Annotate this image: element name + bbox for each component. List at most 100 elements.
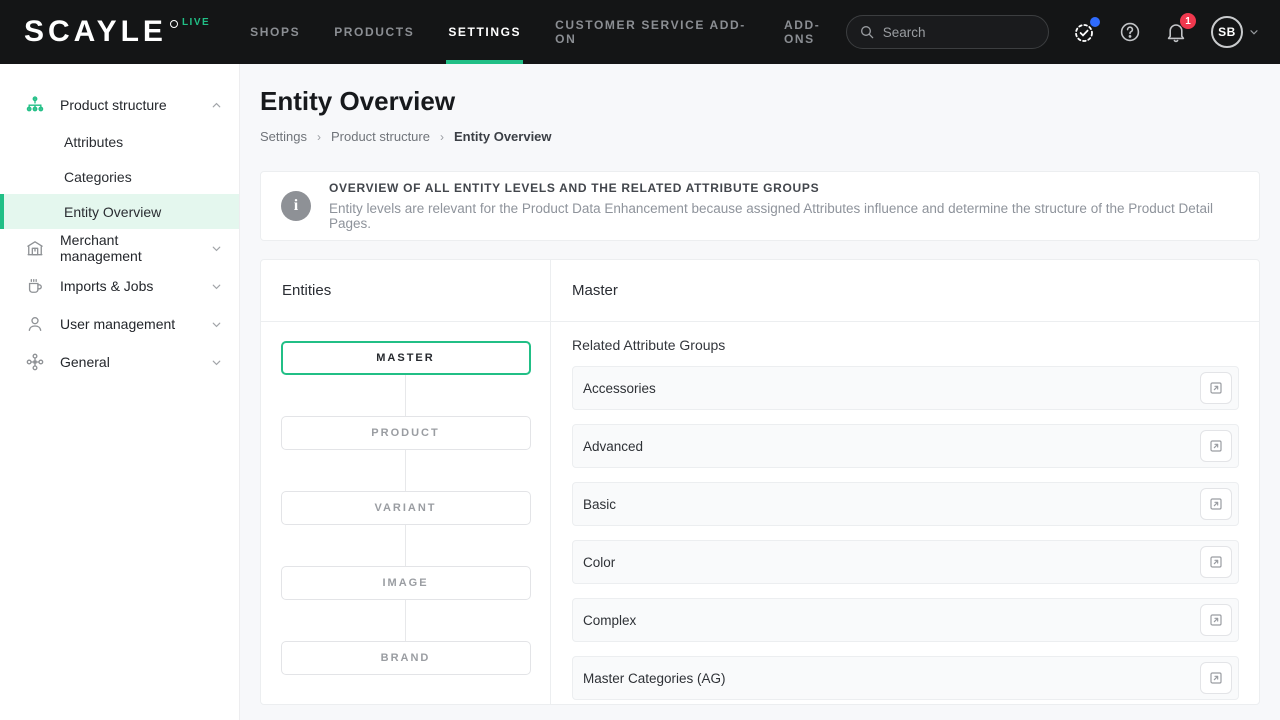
sidebar-item-entity-overview[interactable]: Entity Overview <box>0 194 239 229</box>
attribute-group-row: Color <box>572 540 1239 584</box>
breadcrumb-separator: › <box>440 130 444 144</box>
top-bar: SCAYLE LIVE SHOPS PRODUCTS SETTINGS CUST… <box>0 0 1280 64</box>
status-check-button[interactable] <box>1071 19 1097 45</box>
sidebar-item-merchant-management[interactable]: Merchant management <box>0 229 239 267</box>
breadcrumb-separator: › <box>317 130 321 144</box>
account-menu[interactable]: SB <box>1211 16 1260 48</box>
open-attribute-group-button[interactable] <box>1200 430 1232 462</box>
info-banner: i OVERVIEW OF ALL ENTITY LEVELS AND THE … <box>260 171 1260 241</box>
sidebar-item-product-structure[interactable]: Product structure <box>0 86 239 124</box>
notifications-badge: 1 <box>1180 13 1196 29</box>
sidebar: Product structure Attributes Categories … <box>0 64 240 720</box>
chevron-down-icon <box>1248 26 1260 38</box>
logo-environment: LIVE <box>170 17 210 28</box>
scayle-logo[interactable]: SCAYLE LIVE <box>24 15 210 49</box>
sidebar-item-label: Categories <box>64 169 132 185</box>
attribute-group-name: Accessories <box>583 381 1200 396</box>
entity-button-variant[interactable]: VARIANT <box>281 491 531 525</box>
main-content: Entity Overview Settings › Product struc… <box>240 64 1280 720</box>
open-attribute-group-button[interactable] <box>1200 546 1232 578</box>
detail-column-title: Master <box>551 260 1259 322</box>
sidebar-item-label: Product structure <box>60 97 196 113</box>
entity-button-image[interactable]: IMAGE <box>281 566 531 600</box>
top-navigation: SHOPS PRODUCTS SETTINGS CUSTOMER SERVICE… <box>250 0 846 64</box>
avatar: SB <box>1211 16 1243 48</box>
sidebar-item-imports-jobs[interactable]: Imports & Jobs <box>0 267 239 305</box>
external-link-icon <box>1208 438 1224 454</box>
entities-column: Entities MASTER PRODUCT VARIANT IMAGE BR… <box>261 260 551 704</box>
entity-button-product[interactable]: PRODUCT <box>281 416 531 450</box>
search-icon <box>859 24 875 40</box>
user-icon <box>24 314 46 334</box>
open-attribute-group-button[interactable] <box>1200 488 1232 520</box>
info-icon: i <box>281 191 311 221</box>
entity-connector <box>405 450 406 491</box>
nav-item-customer-service-add-on[interactable]: CUSTOMER SERVICE ADD-ON <box>555 0 750 64</box>
chevron-down-icon <box>210 280 223 293</box>
page-title: Entity Overview <box>260 86 1260 117</box>
sidebar-item-label: Merchant management <box>60 232 196 264</box>
external-link-icon <box>1208 380 1224 396</box>
modules-icon <box>24 352 46 372</box>
sidebar-item-user-management[interactable]: User management <box>0 305 239 343</box>
external-link-icon <box>1208 554 1224 570</box>
external-link-icon <box>1208 612 1224 628</box>
sidebar-item-label: Entity Overview <box>64 204 161 220</box>
logo-text: SCAYLE <box>24 15 167 49</box>
help-button[interactable] <box>1117 19 1143 45</box>
sidebar-item-general[interactable]: General <box>0 343 239 381</box>
chevron-down-icon <box>210 356 223 369</box>
open-attribute-group-button[interactable] <box>1200 662 1232 694</box>
attribute-group-row: Advanced <box>572 424 1239 468</box>
detail-column: Master Related Attribute Groups Accessor… <box>551 260 1259 704</box>
logo-dot-icon <box>170 20 178 28</box>
breadcrumb-settings[interactable]: Settings <box>260 129 307 144</box>
info-banner-title: OVERVIEW OF ALL ENTITY LEVELS AND THE RE… <box>329 181 1239 195</box>
nav-item-settings[interactable]: SETTINGS <box>448 0 521 64</box>
sidebar-item-label: General <box>60 354 196 370</box>
breadcrumb: Settings › Product structure › Entity Ov… <box>260 129 1260 144</box>
entity-connector <box>405 375 406 416</box>
chevron-down-icon <box>210 242 223 255</box>
related-attribute-groups-label: Related Attribute Groups <box>572 337 1239 353</box>
attribute-group-row: Complex <box>572 598 1239 642</box>
store-icon <box>24 238 46 258</box>
attribute-group-row: Master Categories (AG) <box>572 656 1239 700</box>
external-link-icon <box>1208 496 1224 512</box>
entity-connector <box>405 600 406 641</box>
attribute-group-name: Complex <box>583 613 1200 628</box>
attribute-group-name: Color <box>583 555 1200 570</box>
external-link-icon <box>1208 670 1224 686</box>
entity-tree: MASTER PRODUCT VARIANT IMAGE BRAND <box>261 322 550 694</box>
entity-button-master[interactable]: MASTER <box>281 341 531 375</box>
entity-connector <box>405 525 406 566</box>
nav-item-add-ons[interactable]: ADD-ONS <box>784 0 846 64</box>
attribute-group-row: Basic <box>572 482 1239 526</box>
notifications-button[interactable]: 1 <box>1163 19 1189 45</box>
sitemap-icon <box>24 95 46 115</box>
attribute-group-row: Accessories <box>572 366 1239 410</box>
attribute-group-name: Advanced <box>583 439 1200 454</box>
sidebar-item-categories[interactable]: Categories <box>0 159 239 194</box>
environment-label: LIVE <box>182 17 210 28</box>
nav-item-shops[interactable]: SHOPS <box>250 0 300 64</box>
entity-button-brand[interactable]: BRAND <box>281 641 531 675</box>
breadcrumb-product-structure[interactable]: Product structure <box>331 129 430 144</box>
search-input[interactable] <box>883 25 1036 40</box>
attribute-group-name: Basic <box>583 497 1200 512</box>
chevron-down-icon <box>210 318 223 331</box>
mug-icon <box>24 276 46 296</box>
breadcrumb-entity-overview: Entity Overview <box>454 129 552 144</box>
help-icon <box>1118 20 1142 44</box>
related-attribute-groups: Related Attribute Groups Accessories Adv… <box>551 322 1259 705</box>
sidebar-item-label: Imports & Jobs <box>60 278 196 294</box>
sidebar-item-attributes[interactable]: Attributes <box>0 124 239 159</box>
entities-column-title: Entities <box>261 260 550 322</box>
open-attribute-group-button[interactable] <box>1200 604 1232 636</box>
open-attribute-group-button[interactable] <box>1200 372 1232 404</box>
chevron-up-icon <box>210 99 223 112</box>
info-banner-text: OVERVIEW OF ALL ENTITY LEVELS AND THE RE… <box>329 181 1239 231</box>
global-search[interactable] <box>846 15 1049 49</box>
sidebar-item-label: User management <box>60 316 196 332</box>
nav-item-products[interactable]: PRODUCTS <box>334 0 414 64</box>
